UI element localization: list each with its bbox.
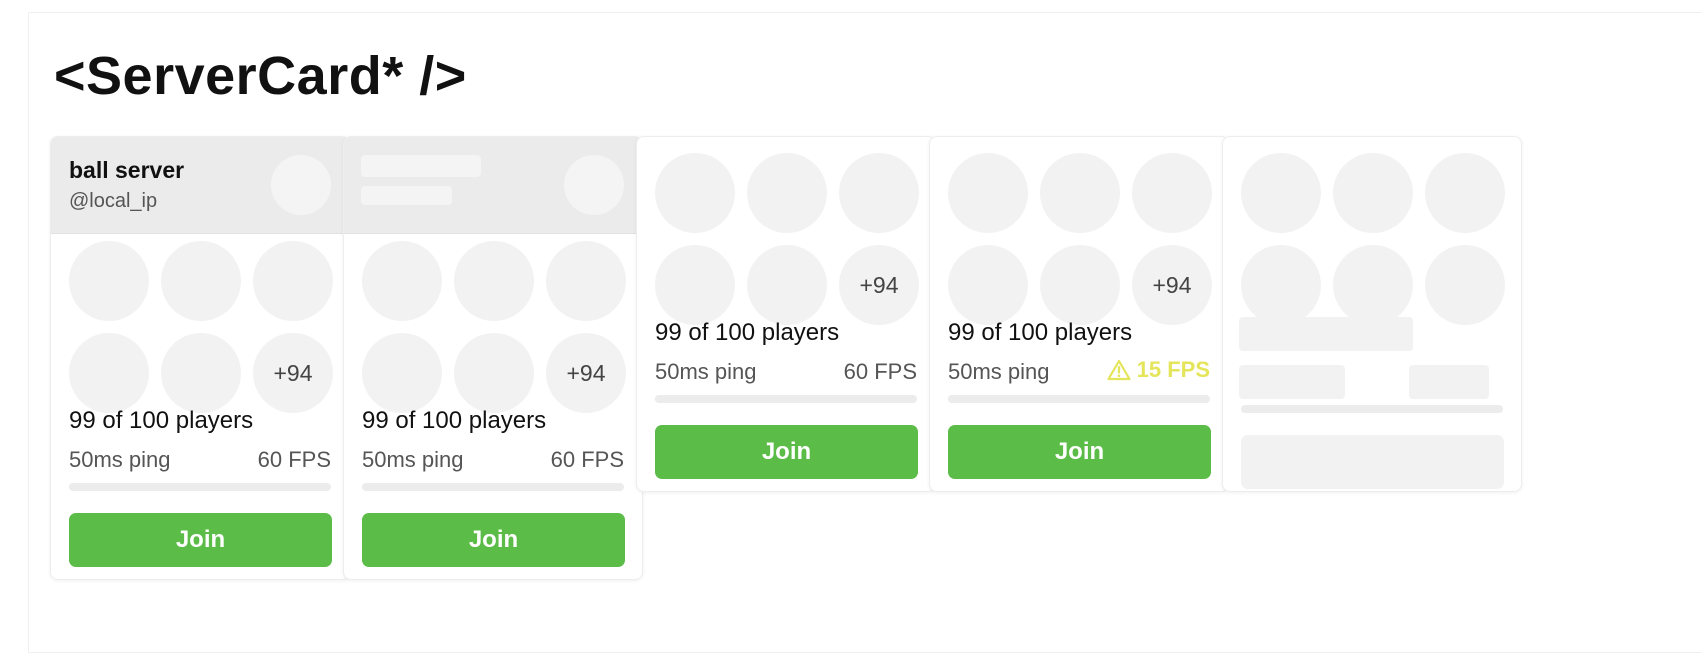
player-avatars: +94 [69, 241, 333, 413]
ping-value: 50ms ping [948, 359, 1050, 384]
player-avatars: +94 [362, 241, 626, 413]
player-capacity-fill [362, 483, 622, 491]
player-avatar [454, 333, 534, 413]
player-avatar [747, 153, 827, 233]
ping-value: 50ms ping [655, 359, 757, 384]
join-button[interactable]: Join [362, 513, 625, 567]
player-capacity-fill [655, 395, 915, 403]
player-avatar [362, 333, 442, 413]
join-button[interactable]: Join [69, 513, 332, 567]
join-button[interactable]: Join [655, 425, 918, 479]
player-avatar [69, 241, 149, 321]
player-capacity-fill [948, 395, 1208, 403]
avatar-skeleton [1333, 245, 1413, 325]
server-name: ball server [69, 157, 185, 183]
player-avatars-skeleton [1241, 153, 1505, 325]
player-overflow-count: +94 [1132, 245, 1212, 325]
player-avatar [253, 241, 333, 321]
fps-text: 60 FPS [550, 447, 624, 472]
player-avatar [1040, 153, 1120, 233]
page-title: <ServerCard* /> [54, 46, 467, 106]
fps-text: 60 FPS [257, 447, 331, 472]
server-card-no-header: +94 99 of 100 players 50ms ping 60 FPS J… [636, 136, 936, 492]
player-count: 99 of 100 players [948, 319, 1133, 346]
player-capacity-fill [69, 483, 329, 491]
fps-value: 60 FPS [258, 447, 331, 473]
player-avatar [454, 241, 534, 321]
player-avatar [69, 333, 149, 413]
player-capacity-bar [655, 395, 917, 403]
handle-skeleton [361, 186, 452, 205]
server-handle: @local_ip [69, 190, 158, 212]
player-avatar [546, 241, 626, 321]
card-header: ball server @local_ip [51, 137, 349, 234]
player-count: 99 of 100 players [362, 407, 547, 434]
server-card-skeleton [1222, 136, 1522, 492]
fps-value: 60 FPS [551, 447, 624, 473]
player-avatar [948, 245, 1028, 325]
server-avatar [564, 155, 624, 215]
players-skeleton [1239, 317, 1413, 351]
ping-value: 50ms ping [362, 447, 464, 472]
player-capacity-bar [948, 395, 1210, 403]
player-avatar [747, 245, 827, 325]
avatar-skeleton [1241, 245, 1321, 325]
fps-value-warning: 15 FPS [1107, 357, 1210, 383]
player-count: 99 of 100 players [655, 319, 840, 346]
player-avatar [362, 241, 442, 321]
player-avatar [1040, 245, 1120, 325]
player-avatar [948, 153, 1028, 233]
fps-text: 60 FPS [843, 359, 917, 384]
server-card-header-loading: +94 99 of 100 players 50ms ping 60 FPS J… [343, 136, 643, 580]
server-card-fps-warning: +94 99 of 100 players 50ms ping 15 FPS J… [929, 136, 1229, 492]
join-button[interactable]: Join [948, 425, 1211, 479]
name-skeleton [361, 155, 481, 177]
player-avatars: +94 [655, 153, 919, 325]
server-avatar [271, 155, 331, 215]
player-overflow-count: +94 [839, 245, 919, 325]
avatar-skeleton [1425, 153, 1505, 233]
player-avatar [161, 241, 241, 321]
player-overflow-count: +94 [546, 333, 626, 413]
ping-value: 50ms ping [69, 447, 171, 472]
player-avatar [655, 245, 735, 325]
player-overflow-count: +94 [253, 333, 333, 413]
bar-skeleton [1241, 405, 1503, 413]
server-card-full: ball server @local_ip +94 99 of 100 play… [50, 136, 350, 580]
avatar-skeleton [1241, 153, 1321, 233]
player-avatar [655, 153, 735, 233]
card-header-skeleton [344, 137, 642, 234]
player-avatar [1132, 153, 1212, 233]
warning-triangle-icon [1107, 359, 1131, 381]
join-button-skeleton [1241, 435, 1504, 489]
player-avatar [161, 333, 241, 413]
fps-skeleton [1409, 365, 1489, 399]
avatar-skeleton [1333, 153, 1413, 233]
avatar-skeleton [1425, 245, 1505, 325]
player-capacity-bar [69, 483, 331, 491]
player-avatars: +94 [948, 153, 1212, 325]
fps-value: 60 FPS [844, 359, 917, 385]
player-avatar [839, 153, 919, 233]
fps-text: 15 FPS [1136, 357, 1210, 382]
player-count: 99 of 100 players [69, 407, 254, 434]
ping-skeleton [1239, 365, 1345, 399]
player-capacity-bar [362, 483, 624, 491]
